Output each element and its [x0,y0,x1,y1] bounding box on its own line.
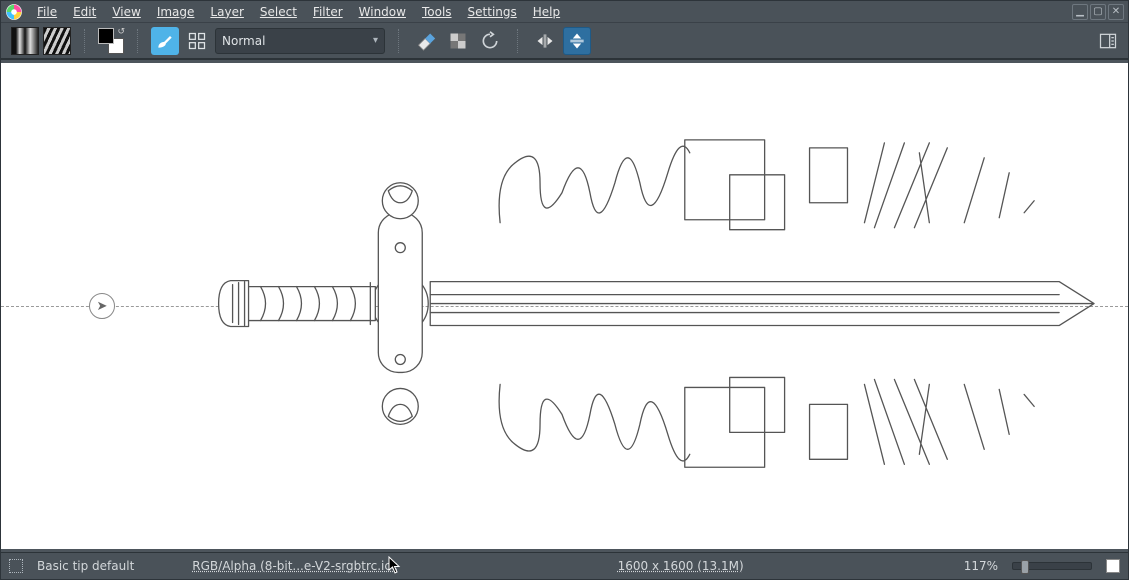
menu-file[interactable]: File [29,3,65,21]
gradient-preset-a-icon[interactable] [11,27,39,55]
menu-select[interactable]: Select [252,3,305,21]
selection-indicator-icon [9,559,23,573]
blend-mode-label: Normal [222,34,265,48]
gradient-preset-b-icon[interactable] [43,27,71,55]
menu-image[interactable]: Image [149,3,203,21]
statusbar: Basic tip default RGB/Alpha (8-bit...e-V… [1,553,1128,579]
menu-edit[interactable]: Edit [65,3,104,21]
canvas[interactable]: ➤ [1,63,1128,549]
window-minimize-icon[interactable]: ▁ [1072,4,1088,20]
app-logo-icon [5,3,23,21]
window-close-icon[interactable]: ✕ [1108,4,1124,20]
menu-layer[interactable]: Layer [202,3,251,21]
toolbar-separator [81,26,88,56]
mirror-vertical-icon[interactable] [563,27,591,55]
status-dimensions[interactable]: 1600 x 1600 (13.1M) [618,559,744,573]
menu-help[interactable]: Help [525,3,568,21]
menubar: File Edit View Image Layer Select Filter… [1,1,1128,23]
mirror-horizontal-icon[interactable] [531,27,559,55]
menu-tools[interactable]: Tools [414,3,460,21]
menu-filter[interactable]: Filter [305,3,351,21]
blend-mode-select[interactable]: Normal ▾ [215,28,385,54]
brush-settings-icon[interactable] [151,27,179,55]
window-maximize-icon[interactable]: ▢ [1090,4,1106,20]
toolbar-separator [514,26,521,56]
alpha-lock-icon[interactable] [444,27,472,55]
artwork [1,63,1128,544]
toolbar-separator [134,26,141,56]
workspace-grid-icon[interactable] [183,27,211,55]
eraser-icon[interactable] [412,27,440,55]
bg-color-swatch-icon[interactable] [1106,559,1120,573]
toolbar: ↺ Normal ▾ [1,23,1128,59]
menu-window[interactable]: Window [351,3,414,21]
chevron-down-icon: ▾ [373,35,378,46]
status-colorspace[interactable]: RGB/Alpha (8-bit...e-V2-srgbtrc.icc [192,559,397,573]
toggle-right-panel-icon[interactable] [1094,27,1122,55]
canvas-area: ➤ [1,59,1128,553]
menu-view[interactable]: View [104,3,148,21]
fg-bg-swatch[interactable]: ↺ [98,28,124,54]
toolbar-separator [395,26,402,56]
menu-settings[interactable]: Settings [460,3,525,21]
status-zoom[interactable]: 117% [964,559,998,573]
reload-icon[interactable] [476,27,504,55]
status-brush: Basic tip default [37,559,134,573]
zoom-slider[interactable] [1012,562,1092,570]
